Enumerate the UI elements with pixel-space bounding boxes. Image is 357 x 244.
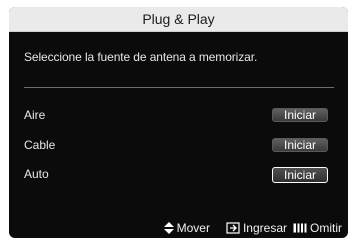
- instruction-text: Seleccione la fuente de antena a memoriz…: [24, 50, 258, 64]
- start-auto-button[interactable]: Iniciar: [272, 167, 328, 183]
- option-label-aire: Aire: [24, 108, 46, 122]
- enter-hint: Ingresar: [226, 221, 287, 235]
- start-cable-button[interactable]: Iniciar: [272, 138, 328, 152]
- dialog-title: Plug & Play: [142, 11, 215, 27]
- plug-and-play-dialog: Plug & Play Seleccione la fuente de ante…: [9, 7, 348, 238]
- enter-icon: [226, 222, 240, 234]
- skip-icon: [293, 223, 307, 233]
- skip-hint-label: Omitir: [310, 221, 342, 235]
- title-bar: Plug & Play: [9, 7, 348, 32]
- option-label-cable: Cable: [24, 138, 56, 152]
- enter-hint-label: Ingresar: [242, 221, 287, 235]
- footer-hints: Mover Ingresar Omitir: [9, 218, 348, 238]
- move-hint-label: Mover: [176, 221, 210, 235]
- up-down-arrows-icon: [163, 222, 174, 234]
- move-hint: Mover: [163, 221, 210, 235]
- start-aire-button[interactable]: Iniciar: [272, 108, 328, 122]
- skip-hint: Omitir: [293, 221, 342, 235]
- option-label-auto: Auto: [24, 167, 49, 181]
- divider: [24, 87, 334, 88]
